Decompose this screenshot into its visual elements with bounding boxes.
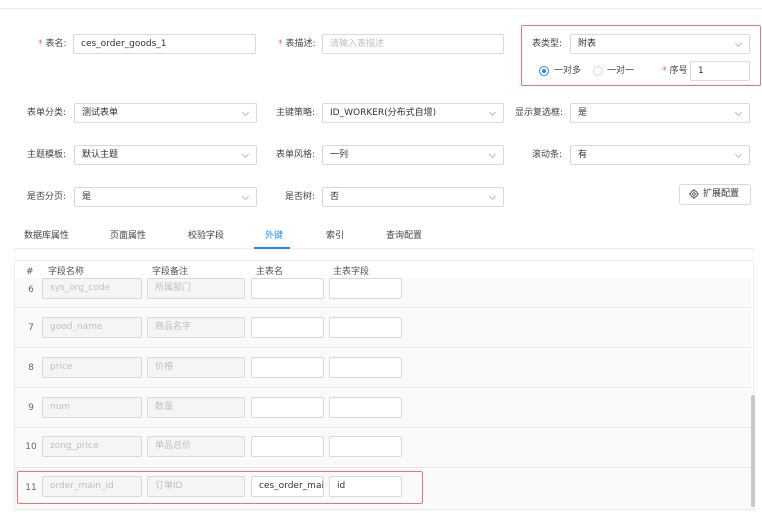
field-remark-cell: 数量 xyxy=(147,397,245,418)
tab-bar-divider xyxy=(14,248,754,249)
tab-page-attributes[interactable]: 页面属性 xyxy=(110,230,146,242)
main-table-input[interactable] xyxy=(251,436,324,457)
row-index: 10 xyxy=(25,442,37,452)
main-field-input[interactable] xyxy=(329,278,402,299)
scrollbar-label: 滚动条: xyxy=(532,150,563,160)
extend-config-button[interactable]: 扩展配置 xyxy=(679,184,751,205)
field-remark-cell: 单品总价 xyxy=(147,436,245,457)
row-index: 8 xyxy=(28,363,34,373)
table-type-select[interactable]: 附表 xyxy=(570,34,750,54)
row-index: 7 xyxy=(28,323,34,333)
main-table-input[interactable] xyxy=(251,357,324,378)
table-scrollbar-thumb[interactable] xyxy=(751,395,755,507)
pk-strategy-label: 主键策略: xyxy=(276,108,316,118)
order-input[interactable]: 1 xyxy=(690,61,750,81)
form-category-label: 表单分类: xyxy=(27,108,67,118)
column-header-field-name: 字段名称 xyxy=(48,267,85,277)
is-tree-label: 是否树: xyxy=(285,192,316,202)
scrollbar-select[interactable]: 有 xyxy=(570,145,750,165)
paging-label: 是否分页: xyxy=(27,192,67,202)
column-header-index: # xyxy=(26,267,34,277)
column-header-main-table: 主表名 xyxy=(256,267,284,277)
table-name-input[interactable]: ces_order_goods_1 xyxy=(73,34,256,54)
field-name-cell: num xyxy=(42,397,142,418)
main-field-input[interactable] xyxy=(329,357,402,378)
field-remark-cell: 价格 xyxy=(147,357,245,378)
tab-indexes[interactable]: 索引 xyxy=(326,230,344,242)
field-remark-cell: 所属部门 xyxy=(147,278,245,299)
top-divider xyxy=(0,8,762,9)
show-checkbox-select[interactable]: 是 xyxy=(570,103,750,123)
row-11-highlight xyxy=(17,471,423,504)
form-style-label: 表单风格: xyxy=(276,150,316,160)
form-style-select[interactable]: 一列 xyxy=(322,145,504,165)
row-index: 6 xyxy=(28,285,34,295)
table-type-label: 表类型: xyxy=(532,39,563,49)
main-table-input[interactable] xyxy=(251,397,324,418)
form-category-select[interactable]: 测试表单 xyxy=(74,103,257,123)
is-tree-select[interactable]: 否 xyxy=(322,187,504,207)
show-checkbox-label: 显示复选框: xyxy=(515,108,564,118)
field-name-cell: price xyxy=(42,357,142,378)
field-name-cell: sys_org_code xyxy=(42,278,142,299)
field-remark-cell: 商品名字 xyxy=(147,317,245,338)
extend-config-label: 扩展配置 xyxy=(703,189,740,199)
table-desc-input[interactable]: 请输入表描述 xyxy=(322,34,504,54)
active-tab-indicator xyxy=(254,247,290,249)
gear-icon xyxy=(689,189,699,199)
tab-foreign-keys[interactable]: 外键 xyxy=(265,230,283,242)
field-name-cell: zong_price xyxy=(42,436,142,457)
main-field-input[interactable] xyxy=(329,397,402,418)
column-header-main-field: 主表字段 xyxy=(333,267,370,277)
field-name-cell: good_name xyxy=(42,317,142,338)
theme-template-select[interactable]: 默认主题 xyxy=(74,145,257,165)
one-to-one-label: 一对一 xyxy=(607,66,635,76)
theme-template-label: 主题模板: xyxy=(27,150,67,160)
tab-query-config[interactable]: 查询配置 xyxy=(386,230,422,242)
one-to-many-radio[interactable] xyxy=(539,66,549,76)
main-table-input[interactable] xyxy=(251,317,324,338)
pk-strategy-select[interactable]: ID_WORKER(分布式自增) xyxy=(322,103,504,123)
table-desc-label: 表描述: xyxy=(278,34,316,54)
column-header-field-remark: 字段备注 xyxy=(152,267,189,277)
table-name-label: 表名: xyxy=(38,34,67,54)
one-to-one-radio[interactable] xyxy=(593,66,603,76)
paging-select[interactable]: 是 xyxy=(74,187,257,207)
main-field-input[interactable] xyxy=(329,436,402,457)
order-label: 序号 xyxy=(662,61,688,81)
main-field-input[interactable] xyxy=(329,317,402,338)
tab-db-attributes[interactable]: 数据库属性 xyxy=(24,230,69,242)
row-index: 9 xyxy=(28,403,34,413)
main-table-input[interactable] xyxy=(251,278,324,299)
tab-validation-fields[interactable]: 校验字段 xyxy=(188,230,224,242)
one-to-many-label: 一对多 xyxy=(554,66,582,76)
